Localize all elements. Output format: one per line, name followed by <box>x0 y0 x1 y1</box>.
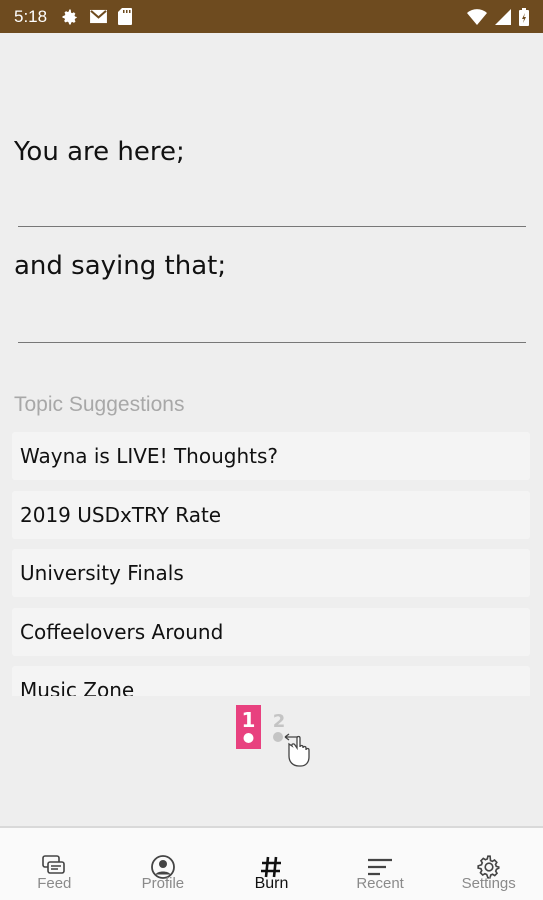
nav-burn-label: Burn <box>254 875 289 892</box>
nav-recent-label: Recent <box>356 875 404 892</box>
topic-suggestion-item[interactable]: University Finals <box>12 549 530 597</box>
burn-form: You are here; and saying that; Topic Sug… <box>0 33 543 828</box>
topic-suggestion-item[interactable]: 2019 USDxTRY Rate <box>12 490 530 539</box>
nav-profile-label: Profile <box>141 875 185 892</box>
status-time: 5:18 <box>14 6 48 26</box>
nav-settings[interactable]: Settings <box>434 828 543 900</box>
nav-profile[interactable]: Profile <box>109 828 218 900</box>
page-1-dot <box>243 733 254 743</box>
gmail-icon <box>89 9 108 24</box>
saying-prompt: and saying that; <box>14 251 227 281</box>
page-indicator[interactable]: 1 2 <box>236 705 316 773</box>
nav-recent[interactable]: Recent <box>326 828 435 900</box>
topic-suggestion-item[interactable]: Coffeelovers Around <box>12 607 530 656</box>
swipe-hand-icon <box>284 733 310 767</box>
topic-suggestion-item[interactable]: Wayna is LIVE! Thoughts? <box>12 432 530 480</box>
topic-suggestions-header: Topic Suggestions <box>14 393 185 416</box>
gear-icon <box>61 8 79 26</box>
status-bar: 5:18 <box>0 0 543 33</box>
page-2-number: 2 <box>273 711 286 732</box>
nav-settings-label: Settings <box>461 875 516 892</box>
topic-suggestions-list[interactable]: Wayna is LIVE! Thoughts? 2019 USDxTRY Ra… <box>12 432 530 696</box>
saying-input[interactable] <box>18 303 526 343</box>
location-prompt: You are here; <box>14 137 185 167</box>
sd-card-icon <box>118 8 133 25</box>
page-1-number: 1 <box>242 708 256 732</box>
nav-feed[interactable]: Feed <box>0 828 109 900</box>
location-input[interactable] <box>18 187 526 227</box>
page-2-dot <box>273 732 283 742</box>
bottom-nav: Feed Profile Burn Recent Settings <box>0 826 543 900</box>
signal-icon <box>495 8 511 25</box>
nav-feed-label: Feed <box>37 875 72 892</box>
battery-icon <box>519 7 529 26</box>
nav-burn[interactable]: Burn <box>217 828 326 900</box>
topic-suggestion-item[interactable]: Music Zone <box>12 666 530 696</box>
wifi-icon <box>467 8 487 25</box>
